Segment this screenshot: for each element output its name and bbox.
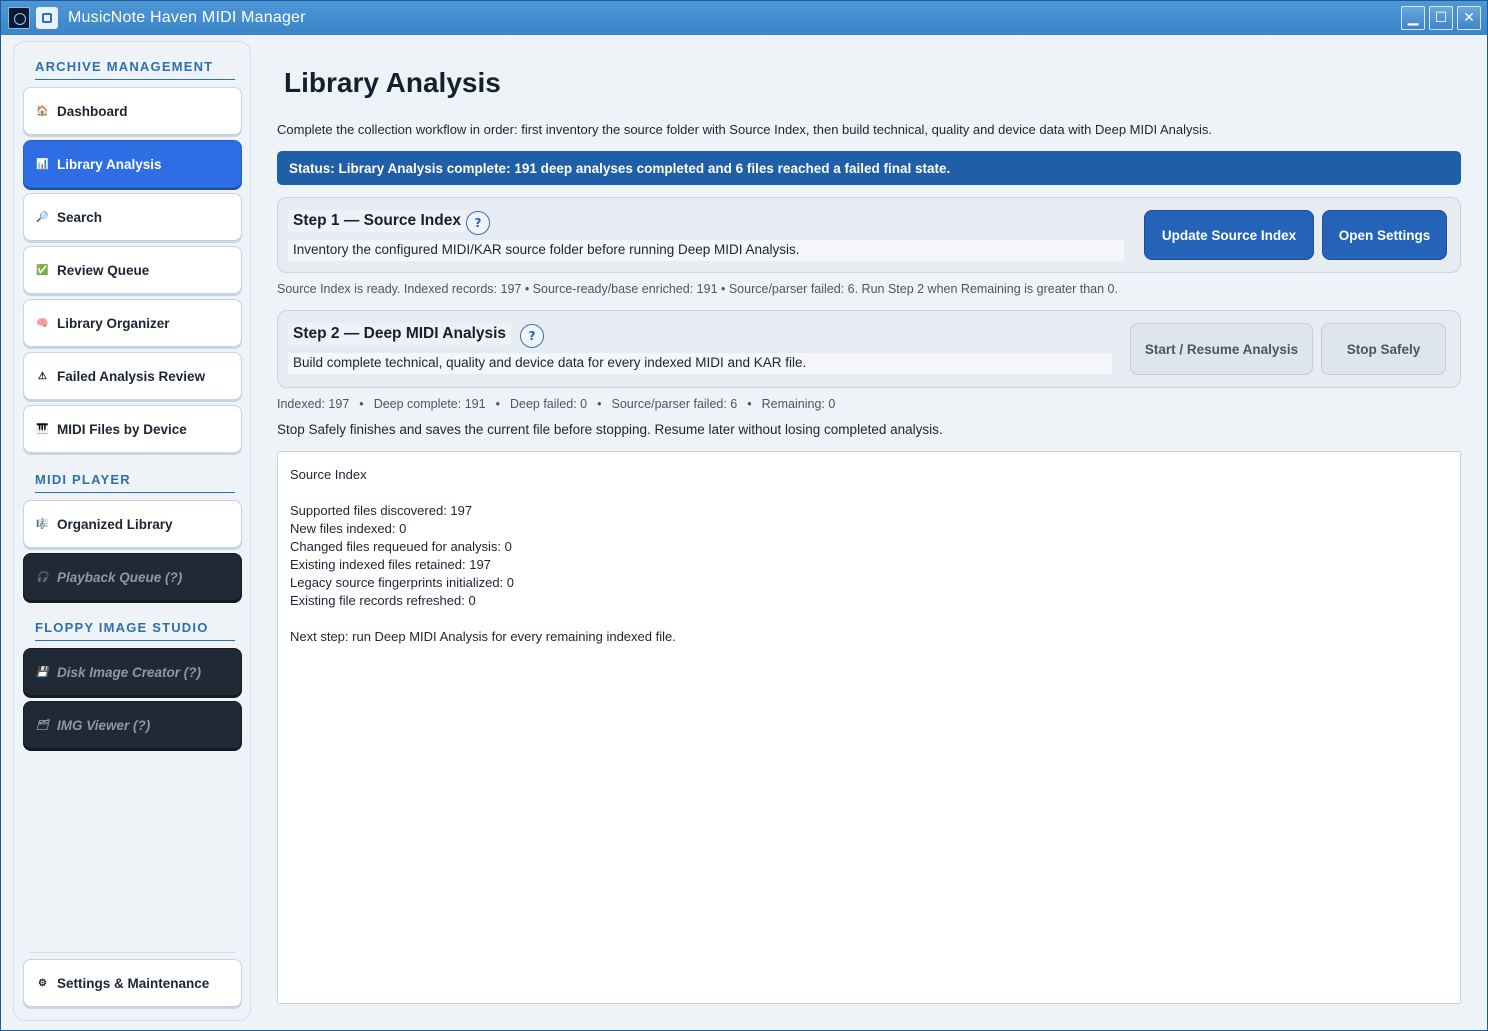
app-window: MusicNote Haven MIDI Manager ▁ ☐ ✕ ARCHI…	[0, 0, 1488, 1031]
sidebar-item-failed-analysis-review[interactable]: ⚠ Failed Analysis Review	[23, 352, 242, 400]
sidebar-item-label: Dashboard	[57, 103, 128, 119]
analysis-log-output[interactable]: Source Index Supported files discovered:…	[277, 451, 1461, 1004]
sidebar-item-label: Library Analysis	[57, 156, 162, 172]
chart-icon: 📊	[36, 158, 49, 170]
start-resume-analysis-button[interactable]: Start / Resume Analysis	[1130, 323, 1313, 375]
check-icon: ✅	[36, 264, 49, 276]
source-index-info: Source Index is ready. Indexed records: …	[277, 282, 1118, 296]
warning-icon: ⚠	[38, 370, 47, 382]
sidebar-item-label: MIDI Files by Device	[57, 421, 187, 437]
log-line: Existing indexed files retained: 197	[290, 557, 491, 572]
step1-help-button[interactable]: ?	[466, 211, 490, 235]
log-line: Changed files requeued for analysis: 0	[290, 539, 512, 554]
window-title: MusicNote Haven MIDI Manager	[68, 9, 306, 26]
sidebar-item-search[interactable]: 🔎 Search	[23, 193, 242, 241]
section-archive-management: ARCHIVE MANAGEMENT	[35, 59, 235, 80]
maximize-button[interactable]: ☐	[1429, 6, 1453, 30]
metric-source-failed: Source/parser failed: 6	[611, 397, 738, 411]
sidebar-item-organized-library[interactable]: 🎼 Organized Library	[23, 500, 242, 548]
sidebar-item-label: Disk Image Creator (?)	[57, 664, 202, 680]
metric-remaining: Remaining: 0	[761, 397, 836, 411]
sidebar-item-disk-image-creator[interactable]: 💾 Disk Image Creator (?)	[23, 648, 242, 696]
step2-help-button[interactable]: ?	[520, 324, 544, 348]
sidebar: ARCHIVE MANAGEMENT 🏠 Dashboard 📊 Library…	[13, 41, 251, 1021]
close-button[interactable]: ✕	[1457, 6, 1481, 30]
open-settings-button[interactable]: Open Settings	[1322, 210, 1447, 260]
log-line: Supported files discovered: 197	[290, 503, 473, 518]
minimize-button[interactable]: ▁	[1401, 6, 1425, 30]
sidebar-divider	[30, 952, 236, 953]
step1-description: Inventory the configured MIDI/KAR source…	[288, 240, 1124, 261]
log-line: Source Index	[290, 467, 367, 482]
app-logo-icon[interactable]	[8, 7, 30, 29]
sidebar-item-label: Review Queue	[57, 262, 150, 278]
sidebar-item-label: IMG Viewer (?)	[57, 717, 151, 733]
title-bar[interactable]: MusicNote Haven MIDI Manager ▁ ☐ ✕	[1, 1, 1487, 35]
log-line: Existing file records refreshed: 0	[290, 593, 476, 608]
sidebar-item-label: Playback Queue (?)	[57, 569, 183, 585]
sidebar-item-label: Settings & Maintenance	[57, 975, 210, 991]
log-line: Legacy source fingerprints initialized: …	[290, 575, 515, 590]
sidebar-item-img-viewer[interactable]: 🗂 IMG Viewer (?)	[23, 701, 242, 749]
sidebar-item-library-organizer[interactable]: 🧠 Library Organizer	[23, 299, 242, 347]
sidebar-item-label: Failed Analysis Review	[57, 368, 206, 384]
intro-text: Complete the collection workflow in orde…	[277, 122, 1213, 137]
gear-icon: ⚙	[38, 977, 47, 989]
sidebar-item-label: Library Organizer	[57, 315, 170, 331]
metric-separator: •	[359, 397, 364, 411]
piano-icon: 🎹	[36, 423, 49, 435]
step2-description: Build complete technical, quality and de…	[288, 353, 1112, 374]
metric-separator: •	[747, 397, 752, 411]
sidebar-item-label: Search	[57, 209, 103, 225]
metric-separator: •	[495, 397, 500, 411]
stop-safely-note: Stop Safely finishes and saves the curre…	[277, 422, 943, 437]
update-source-index-button[interactable]: Update Source Index	[1144, 210, 1314, 260]
sidebar-item-review-queue[interactable]: ✅ Review Queue	[23, 246, 242, 294]
section-floppy-image-studio: FLOPPY IMAGE STUDIO	[35, 620, 235, 641]
metric-separator: •	[597, 397, 602, 411]
step2-card: Step 2 — Deep MIDI Analysis ? Build comp…	[277, 310, 1461, 388]
metric-deep-complete: Deep complete: 191	[373, 397, 486, 411]
headphones-icon: 🎧	[36, 571, 49, 583]
log-line: New files indexed: 0	[290, 521, 407, 536]
sidebar-item-library-analysis[interactable]: 📊 Library Analysis	[23, 140, 242, 188]
status-banner: Status: Library Analysis complete: 191 d…	[277, 151, 1461, 185]
sidebar-item-label: Organized Library	[57, 516, 173, 532]
sidebar-item-settings-maintenance[interactable]: ⚙ Settings & Maintenance	[23, 959, 242, 1007]
search-icon: 🔎	[36, 211, 49, 223]
analysis-metrics: Indexed: 197 • Deep complete: 191 • Deep…	[277, 397, 835, 411]
page-title: Library Analysis	[284, 67, 501, 98]
floppy-disk-icon: 💾	[36, 666, 49, 678]
log-line: Next step: run Deep MIDI Analysis for ev…	[290, 629, 676, 644]
metric-deep-failed: Deep failed: 0	[509, 397, 588, 411]
metric-indexed: Indexed: 197	[277, 397, 350, 411]
brain-icon: 🧠	[36, 317, 49, 329]
house-icon: 🏠	[36, 105, 49, 117]
step1-card: Step 1 — Source Index ? Inventory the co…	[277, 197, 1461, 273]
sidebar-item-playback-queue[interactable]: 🎧 Playback Queue (?)	[23, 553, 242, 601]
main-content: Library Analysis Complete the collection…	[277, 41, 1461, 1011]
step2-title: Step 2 — Deep MIDI Analysis	[288, 323, 512, 345]
sidebar-item-midi-files-by-device[interactable]: 🎹 MIDI Files by Device	[23, 405, 242, 453]
folder-icon: 🗂	[36, 719, 49, 731]
step1-title: Step 1 — Source Index	[288, 210, 466, 232]
sidebar-item-dashboard[interactable]: 🏠 Dashboard	[23, 87, 242, 135]
music-score-icon: 🎼	[36, 518, 49, 530]
section-midi-player: MIDI PLAYER	[35, 472, 235, 493]
window-menu-icon[interactable]	[36, 7, 58, 29]
stop-safely-button[interactable]: Stop Safely	[1321, 323, 1446, 375]
